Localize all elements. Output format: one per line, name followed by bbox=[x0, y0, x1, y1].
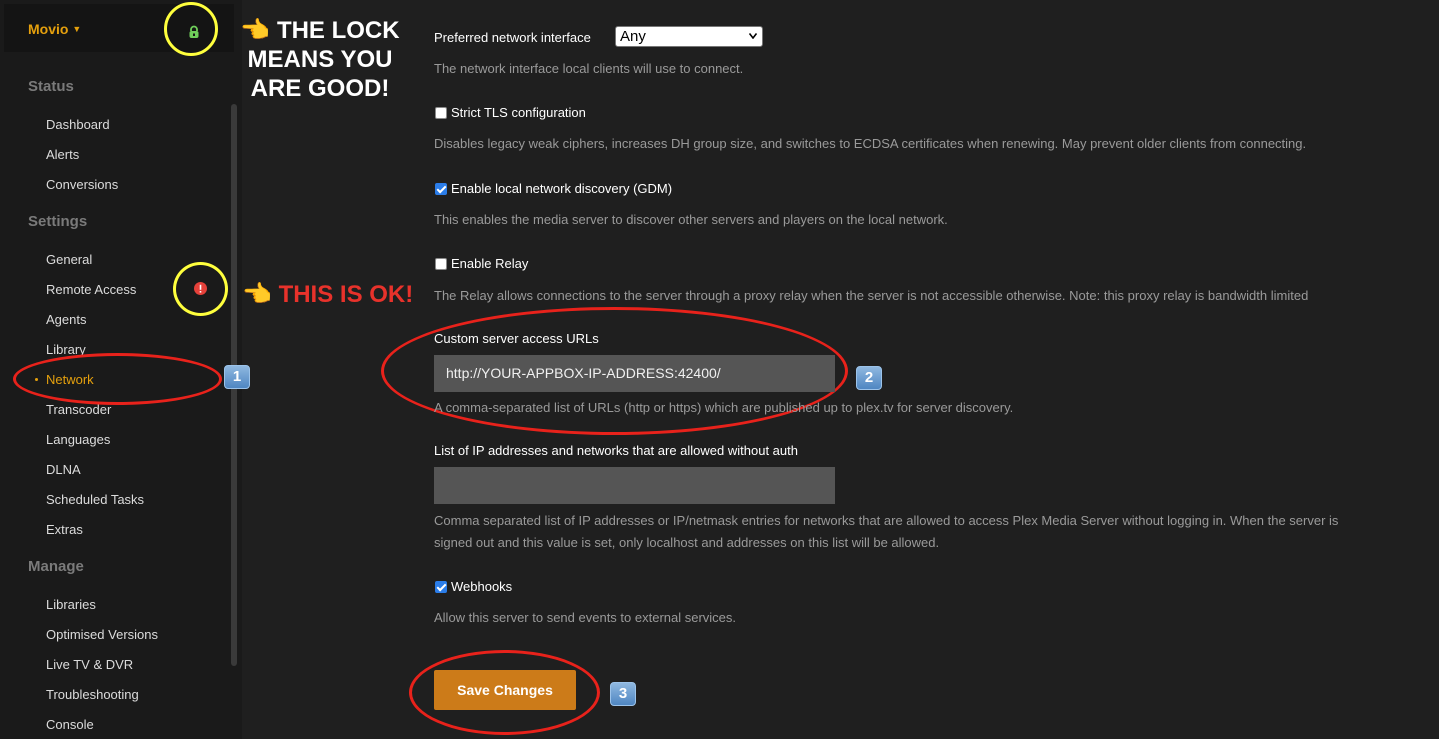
allowed-networks-label: List of IP addresses and networks that a… bbox=[434, 443, 798, 458]
sidebar-item-troubleshooting[interactable]: Troubleshooting bbox=[46, 687, 139, 702]
gdm-row[interactable]: Enable local network discovery (GDM) bbox=[435, 181, 672, 196]
save-changes-button[interactable]: Save Changes bbox=[434, 670, 576, 710]
highlight-circle-lock bbox=[164, 2, 218, 56]
sidebar-item-console[interactable]: Console bbox=[46, 717, 94, 732]
step-badge-1: 1 bbox=[224, 365, 250, 389]
strict-tls-row[interactable]: Strict TLS configuration bbox=[435, 105, 586, 120]
webhooks-desc: Allow this server to send events to exte… bbox=[434, 610, 737, 625]
allowed-networks-desc: Comma separated list of IP addresses or … bbox=[434, 513, 1339, 550]
sidebar-item-extras[interactable]: Extras bbox=[46, 522, 83, 537]
pointing-hand-icon: 👈 bbox=[240, 17, 271, 44]
relay-desc: The Relay allows connections to the serv… bbox=[434, 288, 1309, 303]
gdm-checkbox[interactable] bbox=[435, 182, 447, 195]
sidebar-item-languages[interactable]: Languages bbox=[46, 432, 110, 447]
sidebar-item-live-tv-dvr[interactable]: Live TV & DVR bbox=[46, 657, 133, 672]
sidebar-item-agents[interactable]: Agents bbox=[46, 312, 86, 327]
gdm-desc: This enables the media server to discove… bbox=[434, 212, 948, 227]
chevron-down-icon bbox=[749, 33, 757, 39]
relay-checkbox[interactable] bbox=[435, 257, 447, 270]
custom-urls-label: Custom server access URLs bbox=[434, 331, 599, 346]
relay-label: Enable Relay bbox=[451, 256, 529, 271]
section-title-settings: Settings bbox=[28, 213, 88, 230]
sidebar-item-dashboard[interactable]: Dashboard bbox=[46, 117, 110, 132]
webhooks-row[interactable]: Webhooks bbox=[435, 579, 512, 594]
preferred-interface-desc: The network interface local clients will… bbox=[434, 61, 744, 76]
sidebar-item-alerts[interactable]: Alerts bbox=[46, 147, 79, 162]
pointing-hand-icon: 👈 bbox=[242, 281, 272, 308]
strict-tls-checkbox[interactable] bbox=[435, 106, 447, 119]
webhooks-checkbox[interactable] bbox=[435, 580, 447, 593]
lock-note: 👈 THE LOCK MEANS YOU ARE GOOD! bbox=[240, 17, 400, 102]
preferred-interface-select[interactable]: Any bbox=[615, 26, 763, 47]
highlight-circle-warning bbox=[173, 262, 228, 316]
gdm-label: Enable local network discovery (GDM) bbox=[451, 181, 673, 196]
preferred-interface-label: Preferred network interface bbox=[434, 30, 591, 45]
highlight-circle-network bbox=[13, 353, 222, 405]
sidebar-item-libraries[interactable]: Libraries bbox=[46, 597, 96, 612]
webhooks-label: Webhooks bbox=[451, 579, 513, 594]
sidebar-item-scheduled-tasks[interactable]: Scheduled Tasks bbox=[46, 492, 144, 507]
strict-tls-label: Strict TLS configuration bbox=[451, 105, 586, 120]
sidebar-item-general[interactable]: General bbox=[46, 252, 92, 267]
section-title-manage: Manage bbox=[28, 558, 84, 575]
caret-down-icon: ▼ bbox=[72, 24, 82, 34]
step-badge-2: 2 bbox=[856, 366, 882, 390]
allowed-networks-input[interactable] bbox=[434, 467, 835, 504]
custom-urls-input[interactable]: http://YOUR-APPBOX-IP-ADDRESS:42400/ bbox=[434, 355, 835, 392]
sidebar-item-conversions[interactable]: Conversions bbox=[46, 177, 118, 192]
section-title-status: Status bbox=[28, 78, 74, 95]
ok-note: 👈 THIS IS OK! bbox=[242, 281, 414, 308]
step-badge-3: 3 bbox=[610, 682, 636, 706]
relay-row[interactable]: Enable Relay bbox=[435, 256, 528, 271]
sidebar-item-dlna[interactable]: DLNA bbox=[46, 462, 81, 477]
custom-urls-desc: A comma-separated list of URLs (http or … bbox=[434, 400, 1014, 415]
server-name[interactable]: Movio ▼ bbox=[28, 21, 81, 37]
sidebar-item-remote-access[interactable]: Remote Access bbox=[46, 282, 136, 297]
sidebar-item-optimised-versions[interactable]: Optimised Versions bbox=[46, 627, 158, 642]
strict-tls-desc: Disables legacy weak ciphers, increases … bbox=[434, 136, 1307, 151]
